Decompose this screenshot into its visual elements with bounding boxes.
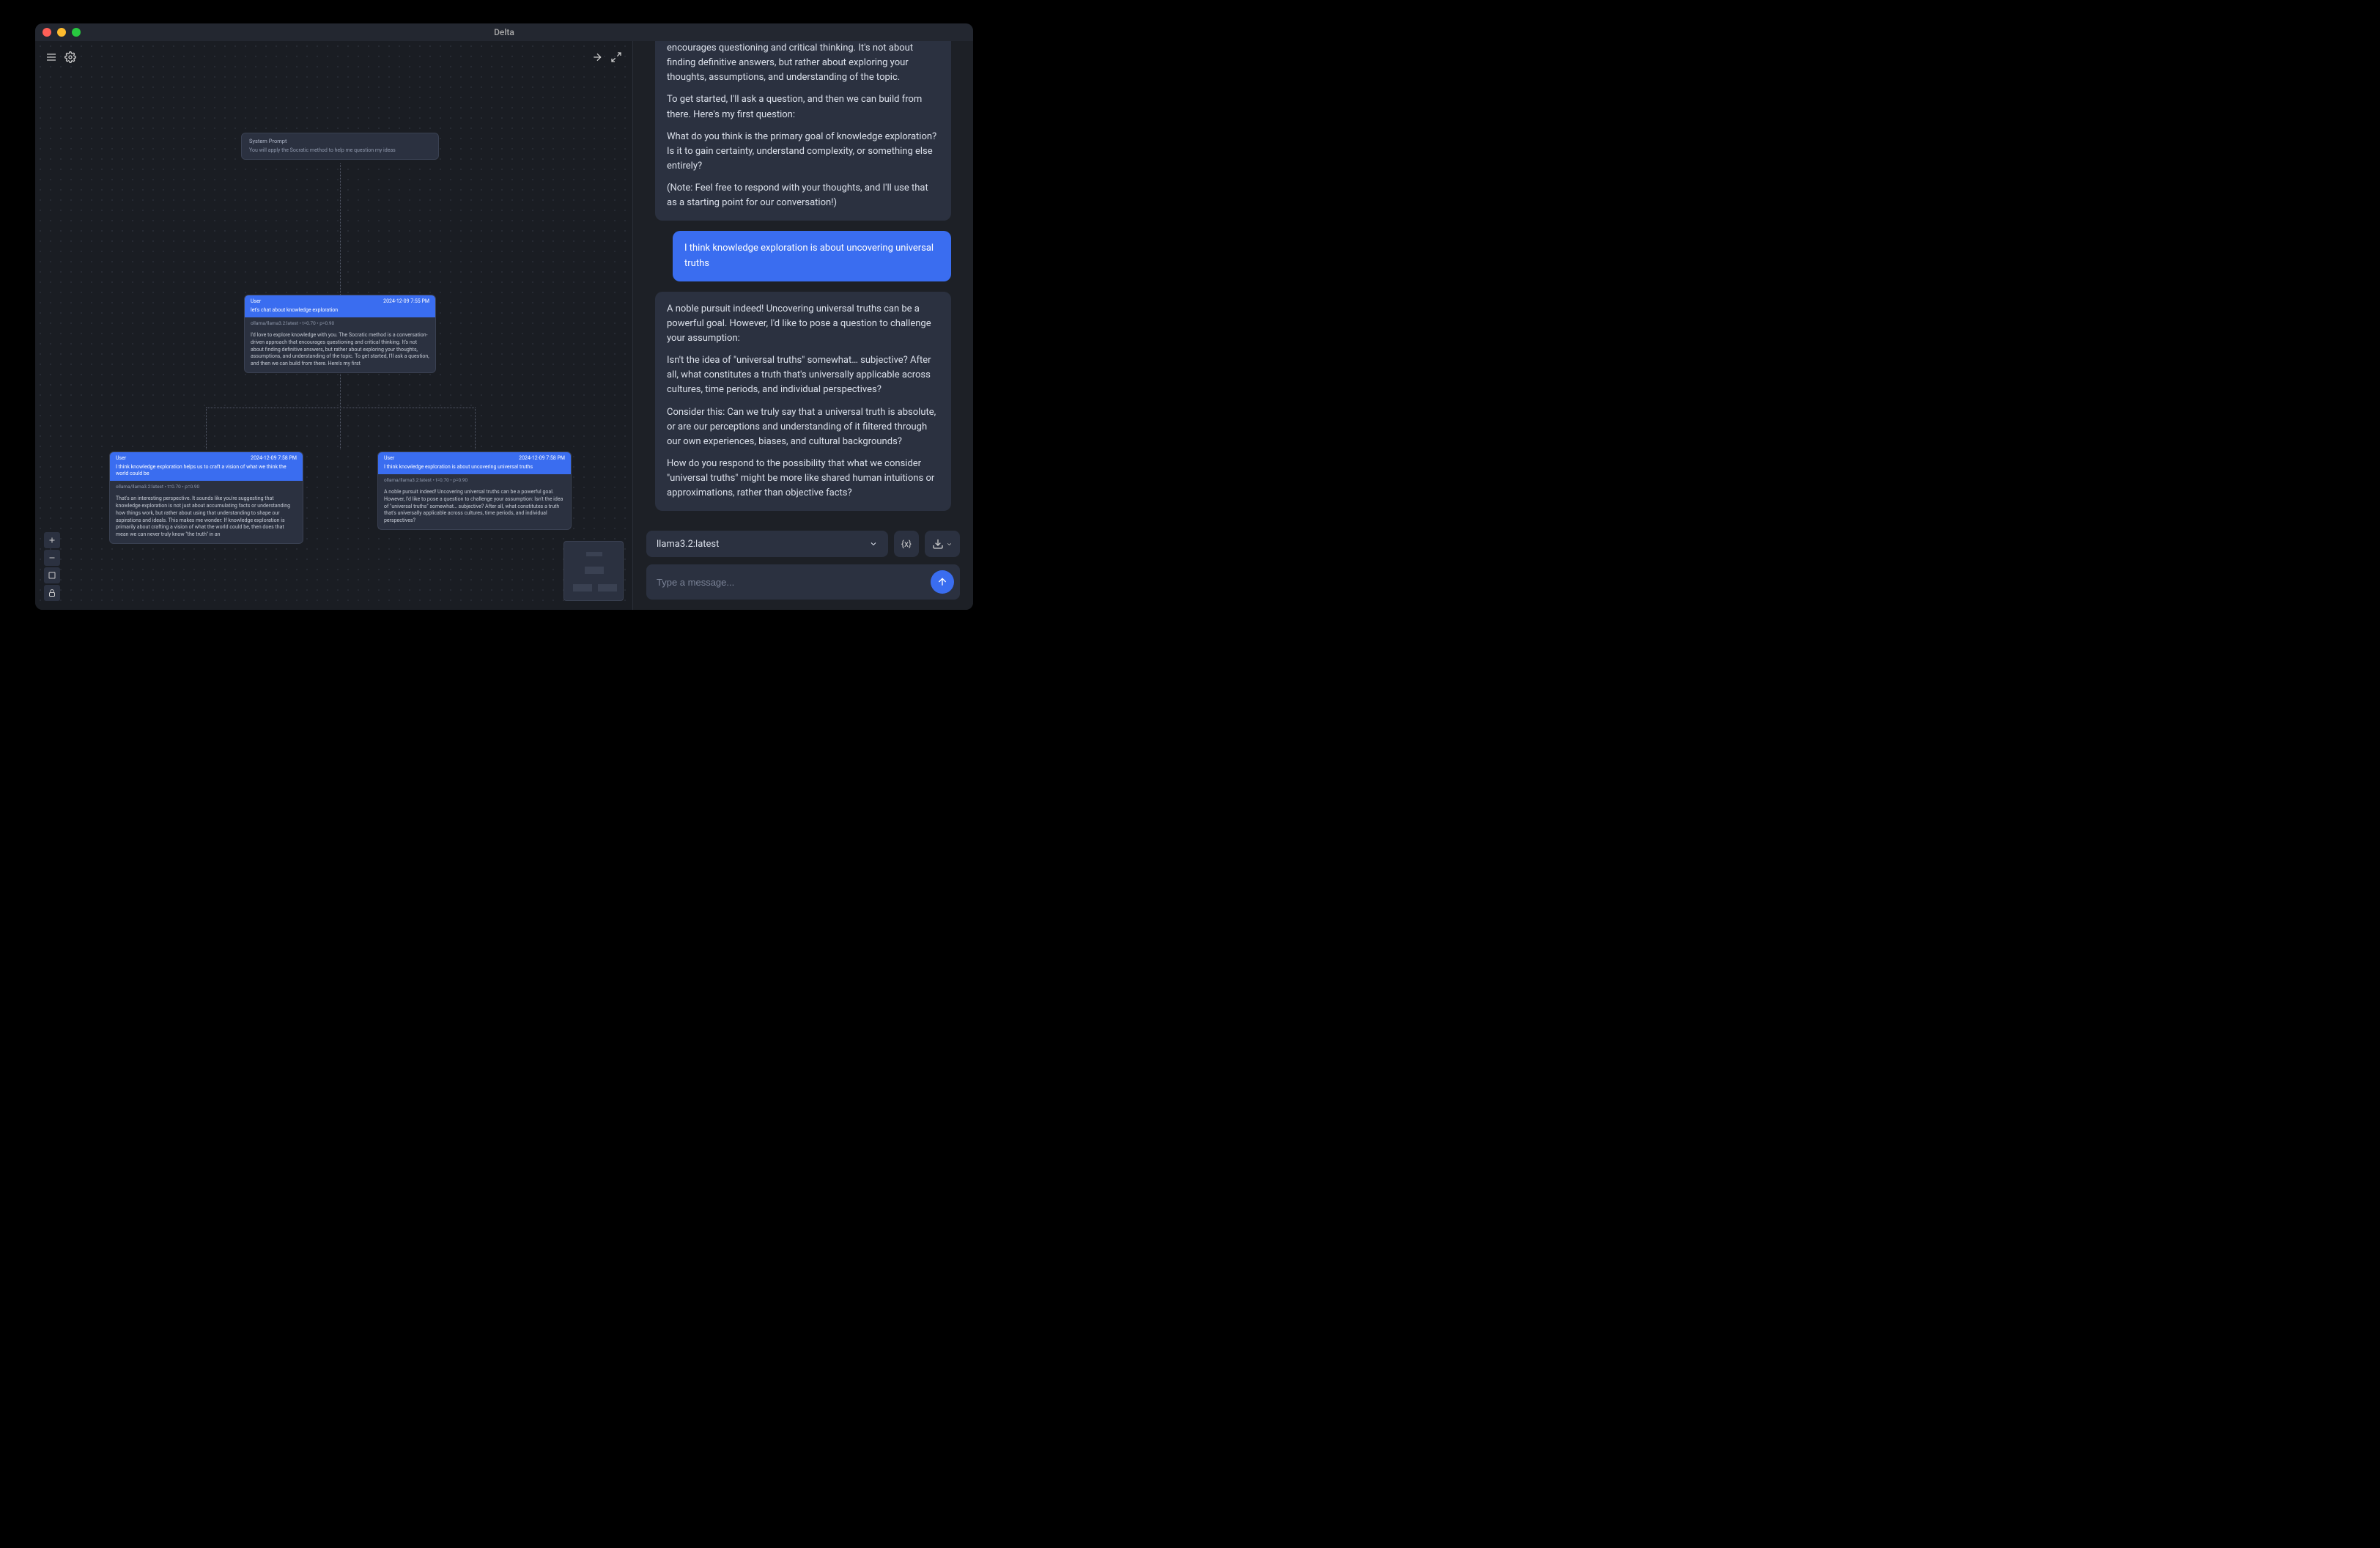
settings-icon[interactable]: [63, 50, 78, 64]
canvas-toolbar-left: [44, 50, 78, 64]
assistant-message: encourages questioning and critical thin…: [655, 41, 951, 221]
canvas-toolbar-right: [590, 50, 624, 64]
assistant-text: Consider this: Can we truly say that a u…: [667, 405, 939, 449]
model-name: llama3.2:latest: [657, 539, 719, 550]
edge: [340, 163, 341, 299]
variables-icon: {x}: [901, 539, 912, 549]
node-user-text: I think knowledge exploration is about u…: [378, 464, 571, 474]
assistant-text: Isn't the idea of "universal truths" som…: [667, 353, 939, 397]
chat-scroll[interactable]: encourages questioning and critical thin…: [633, 41, 973, 520]
node-meta: ollama/llama3.2:latest • t=0.70 • p=0.90: [245, 317, 435, 329]
node-user-text: I think knowledge exploration helps us t…: [110, 464, 303, 481]
message-input-row: [646, 564, 960, 600]
close-window-button[interactable]: [42, 28, 51, 37]
maximize-window-button[interactable]: [72, 28, 81, 37]
user-text: I think knowledge exploration is about u…: [684, 243, 934, 268]
window-title: Delta: [494, 27, 514, 37]
conversation-node-2[interactable]: User 2024-12-09 7:58 PM I think knowledg…: [109, 452, 303, 544]
model-row: llama3.2:latest {x}: [646, 531, 960, 557]
system-prompt-text: You will apply the Socratic method to he…: [242, 146, 438, 159]
zoom-out-button[interactable]: [44, 550, 60, 566]
system-prompt-label: System Prompt: [242, 133, 438, 146]
arrow-right-icon[interactable]: [590, 50, 605, 64]
canvas-pane[interactable]: System Prompt You will apply the Socrati…: [35, 41, 632, 610]
app-window: Delta: [35, 23, 973, 610]
window-body: System Prompt You will apply the Socrati…: [35, 41, 973, 610]
minimize-window-button[interactable]: [57, 28, 66, 37]
expand-icon[interactable]: [609, 50, 624, 64]
chat-pane: encourages questioning and critical thin…: [632, 41, 973, 610]
model-selector[interactable]: llama3.2:latest: [646, 531, 888, 557]
conversation-node-3[interactable]: User 2024-12-09 7:58 PM I think knowledg…: [377, 452, 572, 530]
send-button[interactable]: [931, 570, 954, 594]
assistant-text: A noble pursuit indeed! Uncovering unive…: [667, 302, 939, 346]
node-role: User: [116, 455, 126, 461]
traffic-lights: [42, 28, 81, 37]
node-assistant-text: That's an interesting perspective. It so…: [110, 493, 303, 543]
assistant-text: How do you respond to the possibility th…: [667, 457, 939, 501]
system-prompt-node[interactable]: System Prompt You will apply the Socrati…: [241, 133, 439, 160]
message-input[interactable]: [657, 577, 923, 588]
node-header: User 2024-12-09 7:58 PM: [110, 452, 303, 464]
node-assistant-text: I'd love to explore knowledge with you. …: [245, 329, 435, 372]
node-assistant-text: A noble pursuit indeed! Uncovering unive…: [378, 486, 571, 529]
zoom-controls: [44, 532, 60, 601]
assistant-text: What do you think is the primary goal of…: [667, 130, 939, 174]
menu-icon[interactable]: [44, 50, 59, 64]
node-role: User: [251, 298, 261, 304]
zoom-in-button[interactable]: [44, 532, 60, 548]
chevron-down-icon: [946, 541, 953, 548]
conversation-node-1[interactable]: User 2024-12-09 7:55 PM let's chat about…: [244, 295, 436, 373]
lock-button[interactable]: [44, 585, 60, 601]
download-button[interactable]: [925, 531, 960, 557]
node-header: User 2024-12-09 7:58 PM: [378, 452, 571, 464]
node-header: User 2024-12-09 7:55 PM: [245, 295, 435, 307]
node-role: User: [384, 455, 394, 461]
variables-button[interactable]: {x}: [894, 531, 919, 557]
download-icon: [932, 538, 944, 550]
node-timestamp: 2024-12-09 7:58 PM: [251, 455, 297, 461]
assistant-message: A noble pursuit indeed! Uncovering unive…: [655, 292, 951, 512]
assistant-text: encourages questioning and critical thin…: [667, 41, 939, 85]
edge-branch: [206, 408, 476, 449]
arrow-up-icon: [936, 576, 948, 588]
assistant-text: (Note: Feel free to respond with your th…: [667, 181, 939, 210]
assistant-text: To get started, I'll ask a question, and…: [667, 92, 939, 122]
user-message: I think knowledge exploration is about u…: [673, 231, 951, 281]
chat-footer: llama3.2:latest {x}: [633, 520, 973, 610]
node-meta: ollama/llama3.2:latest • t=0.70 • p=0.90: [378, 474, 571, 486]
node-timestamp: 2024-12-09 7:58 PM: [519, 455, 565, 461]
node-meta: ollama/llama3.2:latest • t=0.70 • p=0.90: [110, 481, 303, 493]
minimap[interactable]: [563, 541, 624, 601]
fit-view-button[interactable]: [44, 567, 60, 583]
node-timestamp: 2024-12-09 7:55 PM: [383, 298, 429, 304]
titlebar: Delta: [35, 23, 973, 41]
chevron-down-icon: [869, 539, 878, 548]
node-user-text: let's chat about knowledge exploration: [245, 307, 435, 317]
